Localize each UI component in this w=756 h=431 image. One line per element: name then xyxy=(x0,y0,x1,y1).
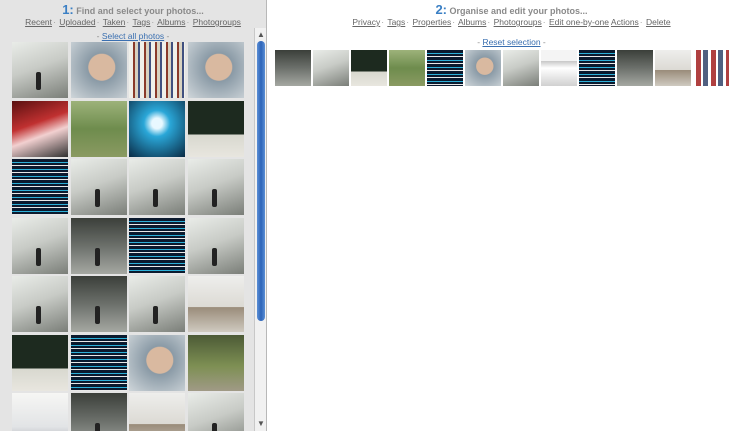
photo-thumbnail[interactable] xyxy=(70,393,127,431)
photo-thumbnail[interactable] xyxy=(12,159,68,215)
nav-photogroups[interactable]: Photogroups xyxy=(494,17,542,27)
person-figure xyxy=(153,189,158,207)
photo-thumbnail[interactable] xyxy=(129,159,185,215)
select-all-link[interactable]: Select all photos xyxy=(102,31,164,41)
person-figure xyxy=(36,247,41,266)
selected-photo-thumbnail[interactable] xyxy=(617,50,653,86)
selected-photo-thumbnail[interactable] xyxy=(389,50,425,86)
photo-thumbnail[interactable] xyxy=(70,100,127,157)
heading-text: Organise and edit your photos... xyxy=(449,6,588,16)
scroll-up-icon[interactable]: ▲ xyxy=(256,30,266,40)
selected-photo-thumbnail[interactable] xyxy=(503,50,539,86)
photo-thumbnail[interactable] xyxy=(129,42,185,98)
person-figure xyxy=(94,247,100,266)
heading-text: Find and select your photos... xyxy=(76,6,204,16)
select-all-row: - Select all photos - xyxy=(96,31,170,41)
scroll-thumb[interactable] xyxy=(257,41,265,321)
step-number: 2: xyxy=(435,2,448,17)
find-select-pane: 1: Find and select your photos... Recent… xyxy=(0,0,267,431)
photo-thumbnail[interactable] xyxy=(129,334,185,391)
nav-delete[interactable]: Delete xyxy=(646,17,671,27)
nav-tags[interactable]: Tags xyxy=(387,17,405,27)
photo-thumbnail[interactable] xyxy=(187,100,244,157)
selected-photo-thumbnail[interactable] xyxy=(275,50,311,86)
nav-edit-one-by-one[interactable]: Edit one-by-one xyxy=(549,17,609,27)
nav-taken[interactable]: Taken xyxy=(103,17,126,27)
photo-thumbnail[interactable] xyxy=(12,100,68,157)
photo-thumbnail[interactable] xyxy=(70,334,127,391)
photo-thumbnail[interactable] xyxy=(129,100,185,157)
organise-heading: 2: Organise and edit your photos... xyxy=(267,0,756,17)
photo-thumbnail[interactable] xyxy=(70,217,127,274)
find-heading: 1: Find and select your photos... xyxy=(0,0,266,17)
scrollbar[interactable]: ▲ ▼ xyxy=(254,28,266,431)
photo-thumbnail[interactable] xyxy=(129,393,185,431)
selected-photo-thumbnail[interactable] xyxy=(655,50,691,86)
photo-thumbnail[interactable] xyxy=(70,42,127,98)
photo-thumbnail[interactable] xyxy=(12,334,68,391)
person-figure xyxy=(211,189,217,207)
photo-thumbnail[interactable] xyxy=(187,42,244,98)
photo-thumbnail[interactable] xyxy=(70,276,127,332)
selected-photo-thumbnail[interactable] xyxy=(427,50,463,86)
nav-tags[interactable]: Tags xyxy=(132,17,150,27)
step-number: 1: xyxy=(62,2,74,17)
photo-thumbnail[interactable] xyxy=(129,217,185,274)
photo-thumbnail[interactable] xyxy=(187,393,244,431)
photo-thumbnail[interactable] xyxy=(187,159,244,215)
person-figure xyxy=(153,306,158,324)
selected-photo-thumbnail[interactable] xyxy=(579,50,615,86)
person-figure xyxy=(211,247,217,266)
selected-photo-thumbnail[interactable] xyxy=(465,50,501,86)
organise-edit-pane: 2: Organise and edit your photos... Priv… xyxy=(267,0,756,431)
photo-thumbnail[interactable] xyxy=(12,393,68,431)
photo-thumbnail[interactable] xyxy=(187,276,244,332)
selected-photo-thumbnail[interactable] xyxy=(313,50,349,86)
nav-properties[interactable]: Properties xyxy=(413,17,452,27)
scroll-down-icon[interactable]: ▼ xyxy=(256,419,266,429)
photo-thumbnail[interactable] xyxy=(187,334,244,391)
selected-photo-thumbnail[interactable] xyxy=(351,50,387,86)
photo-thumbnail[interactable] xyxy=(12,217,68,274)
reset-row: - Reset selection - xyxy=(477,37,546,47)
nav-uploaded[interactable]: Uploaded xyxy=(59,17,95,27)
person-figure xyxy=(36,72,41,90)
selected-photos-strip xyxy=(275,50,755,86)
reset-selection-link[interactable]: Reset selection xyxy=(482,37,540,47)
person-figure xyxy=(94,306,100,324)
photo-thumbnail[interactable] xyxy=(129,276,185,332)
person-figure xyxy=(94,189,100,207)
person-figure xyxy=(94,423,100,431)
photo-thumbnail[interactable] xyxy=(187,217,244,274)
selected-photo-thumbnail[interactable] xyxy=(541,50,577,86)
nav-albums[interactable]: Albums xyxy=(458,17,486,27)
nav-albums[interactable]: Albums xyxy=(157,17,185,27)
nav-photogroups[interactable]: Photogroups xyxy=(193,17,241,27)
find-nav: Recent· Uploaded· Taken· Tags· Albums· P… xyxy=(25,17,241,27)
selected-photo-thumbnail[interactable] xyxy=(693,50,729,86)
person-figure xyxy=(211,423,217,431)
person-figure xyxy=(36,306,41,324)
photo-thumbnail[interactable] xyxy=(12,42,68,98)
nav-actions[interactable]: Actions xyxy=(611,17,639,27)
nav-privacy[interactable]: Privacy xyxy=(352,17,380,27)
photo-thumbnail[interactable] xyxy=(12,276,68,332)
nav-recent[interactable]: Recent xyxy=(25,17,52,27)
organise-nav: Privacy· Tags· Properties· Albums· Photo… xyxy=(352,17,671,27)
photo-thumbnail[interactable] xyxy=(70,159,127,215)
